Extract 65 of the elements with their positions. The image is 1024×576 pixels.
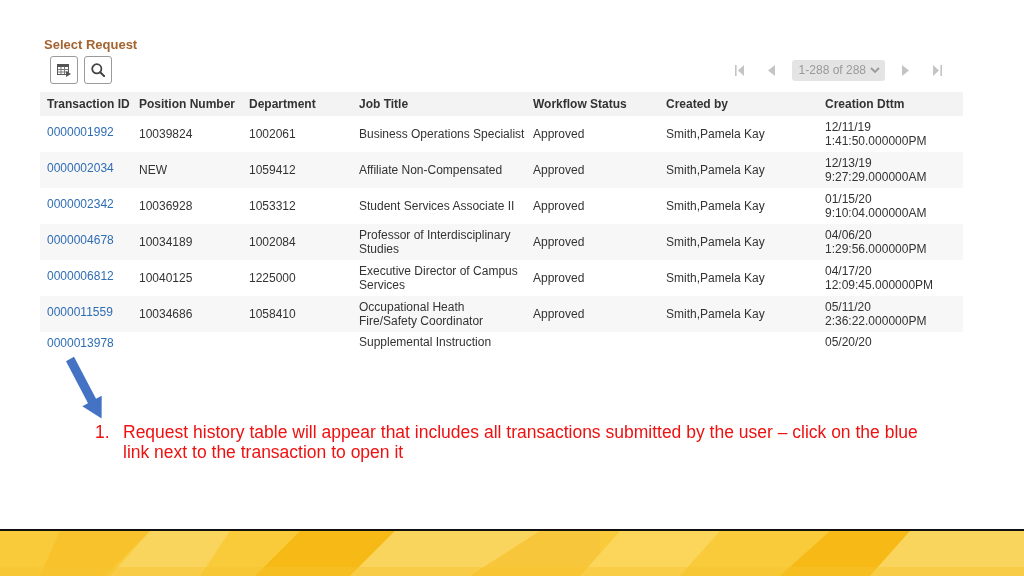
transaction-link[interactable]: 0000013978 (47, 336, 114, 350)
column-header: Department (249, 97, 316, 111)
transaction-link[interactable]: 0000011559 (47, 305, 113, 319)
table-cell: 10040125 (139, 271, 193, 285)
table-cell: Supplemental Instruction (359, 335, 492, 349)
previous-page-icon[interactable] (766, 64, 776, 76)
table-cell-text: 04/17/20 12:09:45.000000PM (825, 264, 935, 292)
table-cell: Smith,Pamela Kay (666, 235, 765, 249)
table-cell: 1059412 (249, 163, 296, 177)
spreadsheet-button[interactable] (50, 56, 78, 84)
transaction-link[interactable]: 0000004678 (47, 233, 114, 247)
search-icon (91, 63, 105, 77)
table-cell-text: Occupational Heath Fire/Safety Coordinator (359, 300, 485, 328)
table-cell: Smith,Pamela Kay (666, 163, 765, 177)
transaction-link[interactable]: 0000002342 (47, 197, 114, 211)
table-cell: Approved (533, 307, 585, 321)
table-cell: Approved (533, 235, 585, 249)
arrow-drawing (63, 355, 105, 419)
table-cell: NEW (139, 163, 167, 177)
table-cell-text: 04/06/20 1:29:56.000000PM (825, 228, 928, 256)
table-cell-text: 12/11/19 1:41:50.000000PM (825, 120, 928, 148)
instruction-text: Request history table will appear that includes all transactions submitted by the user – click on the blue link next to the transaction to open it (123, 422, 919, 462)
table-cell: 1002061 (249, 127, 296, 141)
table-cell: 1225000 (249, 271, 296, 285)
column-header: Workflow Status (533, 97, 627, 111)
transaction-link[interactable]: 0000002034 (47, 161, 114, 175)
table-cell: Approved (533, 163, 585, 177)
table-cell: 05/20/20 (825, 335, 872, 349)
table-cell-text: 12/13/19 9:27:29.000000AM (825, 156, 928, 184)
table-cell-text: Professor of Interdisciplinary Studies (359, 228, 512, 256)
table-cell: Student Services Associate II (359, 199, 515, 213)
column-header: Job Title (359, 97, 409, 111)
table-cell: 10036928 (139, 199, 193, 213)
transaction-link[interactable]: 0000001992 (47, 125, 114, 139)
table-cell-text: 05/11/20 2:36:22.000000PM (825, 300, 928, 328)
search-button[interactable] (84, 56, 112, 84)
column-header: Position Number (139, 97, 235, 111)
first-page-icon[interactable] (734, 64, 744, 76)
table-cell: Approved (533, 271, 585, 285)
table-cell: Smith,Pamela Kay (666, 271, 765, 285)
spreadsheet-icon (57, 63, 71, 77)
table-cell: Smith,Pamela Kay (666, 307, 765, 321)
chevron-down-icon (870, 67, 880, 73)
transaction-link[interactable]: 0000006812 (47, 269, 114, 283)
table-cell: 1053312 (249, 199, 296, 213)
table-cell: Affiliate Non-Compensated (359, 163, 503, 177)
table-cell: Approved (533, 127, 585, 141)
table-cell: Smith,Pamela Kay (666, 199, 765, 213)
table-cell: 10034686 (139, 307, 193, 321)
table-cell: 1002084 (249, 235, 296, 249)
page-title: Select Request (44, 37, 138, 52)
table-cell-text: Executive Director of Campus Services (359, 264, 519, 292)
column-header: Transaction ID (47, 97, 130, 111)
list-number: 1. (95, 422, 110, 442)
last-page-icon[interactable] (933, 64, 942, 76)
table-cell-text: 01/15/20 9:10:04.000000AM (825, 192, 928, 220)
column-header: Created by (666, 97, 729, 111)
table-cell: Business Operations Specialist (359, 127, 525, 141)
table-cell: Smith,Pamela Kay (666, 127, 765, 141)
table-cell: Approved (533, 199, 585, 213)
table-cell: 10039824 (139, 127, 193, 141)
column-header: Creation Dttm (825, 97, 905, 111)
table-cell: 1058410 (249, 307, 296, 321)
table-cell: 10034189 (139, 235, 193, 249)
next-page-icon[interactable] (901, 64, 910, 76)
